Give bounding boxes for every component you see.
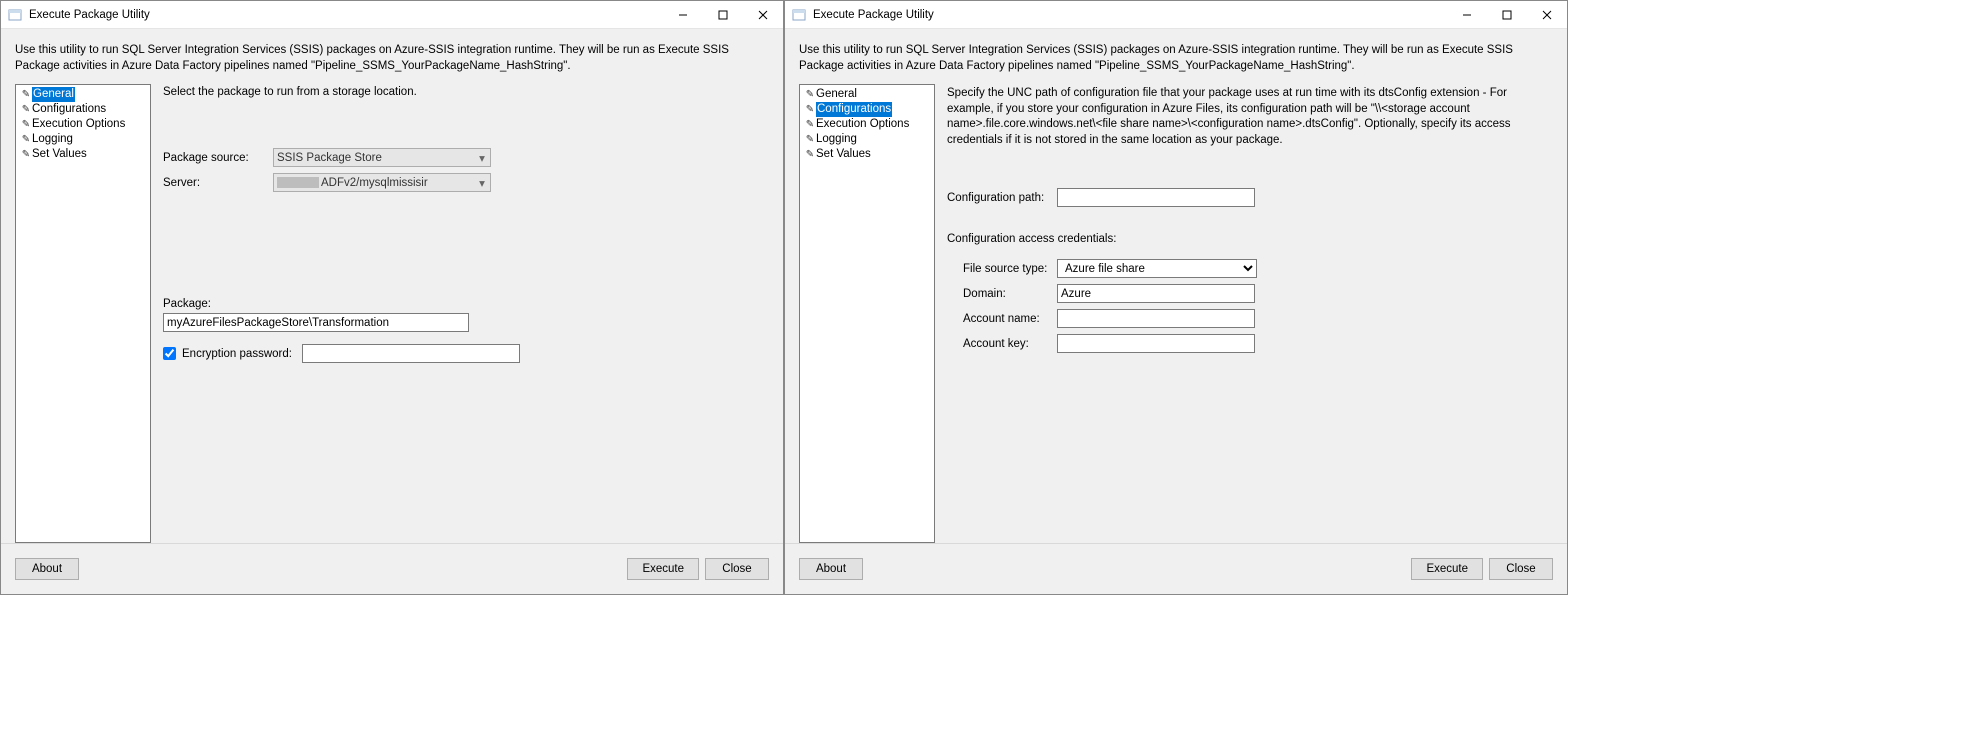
minimize-button[interactable] — [663, 1, 703, 28]
nav-item-set-values[interactable]: ✎Set Values — [802, 147, 932, 162]
footer: About Execute Close — [1, 543, 783, 594]
close-footer-button[interactable]: Close — [1489, 558, 1553, 580]
encryption-password-checkbox[interactable] — [163, 347, 176, 360]
close-button[interactable] — [1527, 1, 1567, 28]
pin-icon: ✎ — [20, 102, 32, 117]
nav-item-configurations[interactable]: ✎Configurations — [18, 102, 148, 117]
nav-item-logging[interactable]: ✎Logging — [18, 132, 148, 147]
server-select[interactable]: ADFv2/mysqlmissisir ▾ — [273, 173, 491, 192]
redacted-block — [277, 177, 319, 188]
pin-icon: ✎ — [804, 147, 816, 162]
nav-item-set-values[interactable]: ✎Set Values — [18, 147, 148, 162]
nav-item-configurations[interactable]: ✎Configurations — [802, 102, 932, 117]
nav-item-label: Logging — [32, 132, 73, 147]
nav-item-execution-options[interactable]: ✎Execution Options — [802, 117, 932, 132]
package-source-value: SSIS Package Store — [277, 152, 382, 164]
package-source-select[interactable]: SSIS Package Store ▾ — [273, 148, 491, 167]
package-input[interactable] — [163, 313, 469, 332]
account-name-input[interactable] — [1057, 309, 1255, 328]
app-icon — [7, 7, 23, 23]
page-heading: Select the package to run from a storage… — [163, 86, 763, 98]
window-configurations: Execute Package Utility Use this utility… — [784, 0, 1568, 595]
chevron-down-icon: ▾ — [474, 174, 490, 191]
close-button[interactable] — [743, 1, 783, 28]
config-credentials-heading: Configuration access credentials: — [947, 233, 1547, 245]
nav-item-execution-options[interactable]: ✎Execution Options — [18, 117, 148, 132]
app-icon — [791, 7, 807, 23]
pin-icon: ✎ — [20, 147, 32, 162]
account-key-input[interactable] — [1057, 334, 1255, 353]
nav-panel: ✎General ✎Configurations ✎Execution Opti… — [799, 84, 935, 543]
execute-button[interactable]: Execute — [627, 558, 699, 580]
nav-panel: ✎General ✎Configurations ✎Execution Opti… — [15, 84, 151, 543]
domain-input[interactable] — [1057, 284, 1255, 303]
file-source-type-label: File source type: — [963, 263, 1057, 275]
titlebar: Execute Package Utility — [785, 1, 1567, 29]
encryption-password-label: Encryption password: — [182, 348, 296, 360]
server-label: Server: — [163, 177, 273, 189]
nav-item-label: Execution Options — [816, 117, 909, 132]
account-name-label: Account name: — [963, 313, 1057, 325]
encryption-password-input[interactable] — [302, 344, 520, 363]
nav-item-label: Configurations — [816, 102, 892, 117]
titlebar: Execute Package Utility — [1, 1, 783, 29]
config-path-input[interactable] — [1057, 188, 1255, 207]
chevron-down-icon: ▾ — [474, 149, 490, 166]
account-key-label: Account key: — [963, 338, 1057, 350]
maximize-button[interactable] — [703, 1, 743, 28]
intro-text: Use this utility to run SQL Server Integ… — [15, 39, 763, 84]
config-path-label: Configuration path: — [947, 192, 1057, 204]
nav-item-label: Logging — [816, 132, 857, 147]
execute-button[interactable]: Execute — [1411, 558, 1483, 580]
minimize-button[interactable] — [1447, 1, 1487, 28]
package-label: Package: — [163, 298, 763, 310]
package-source-label: Package source: — [163, 152, 273, 164]
nav-item-label: General — [816, 87, 857, 102]
server-value: ADFv2/mysqlmissisir — [321, 177, 428, 189]
window-general: Execute Package Utility Use this utility… — [0, 0, 784, 595]
nav-item-general[interactable]: ✎General — [18, 87, 148, 102]
close-footer-button[interactable]: Close — [705, 558, 769, 580]
pin-icon: ✎ — [20, 87, 32, 102]
about-button[interactable]: About — [15, 558, 79, 580]
about-button[interactable]: About — [799, 558, 863, 580]
footer: About Execute Close — [785, 543, 1567, 594]
window-title: Execute Package Utility — [813, 9, 934, 21]
pin-icon: ✎ — [804, 87, 816, 102]
pin-icon: ✎ — [20, 117, 32, 132]
window-title: Execute Package Utility — [29, 9, 150, 21]
nav-item-label: Execution Options — [32, 117, 125, 132]
nav-item-logging[interactable]: ✎Logging — [802, 132, 932, 147]
domain-label: Domain: — [963, 288, 1057, 300]
pin-icon: ✎ — [20, 132, 32, 147]
pin-icon: ✎ — [804, 117, 816, 132]
intro-text: Use this utility to run SQL Server Integ… — [799, 39, 1547, 84]
pin-icon: ✎ — [804, 132, 816, 147]
nav-item-general[interactable]: ✎General — [802, 87, 932, 102]
maximize-button[interactable] — [1487, 1, 1527, 28]
file-source-type-select[interactable]: Azure file share — [1057, 259, 1257, 278]
pin-icon: ✎ — [804, 102, 816, 117]
nav-item-label: Set Values — [816, 147, 871, 162]
nav-item-label: General — [32, 87, 75, 102]
nav-item-label: Configurations — [32, 102, 106, 117]
page-heading: Specify the UNC path of configuration fi… — [947, 86, 1547, 148]
nav-item-label: Set Values — [32, 147, 87, 162]
